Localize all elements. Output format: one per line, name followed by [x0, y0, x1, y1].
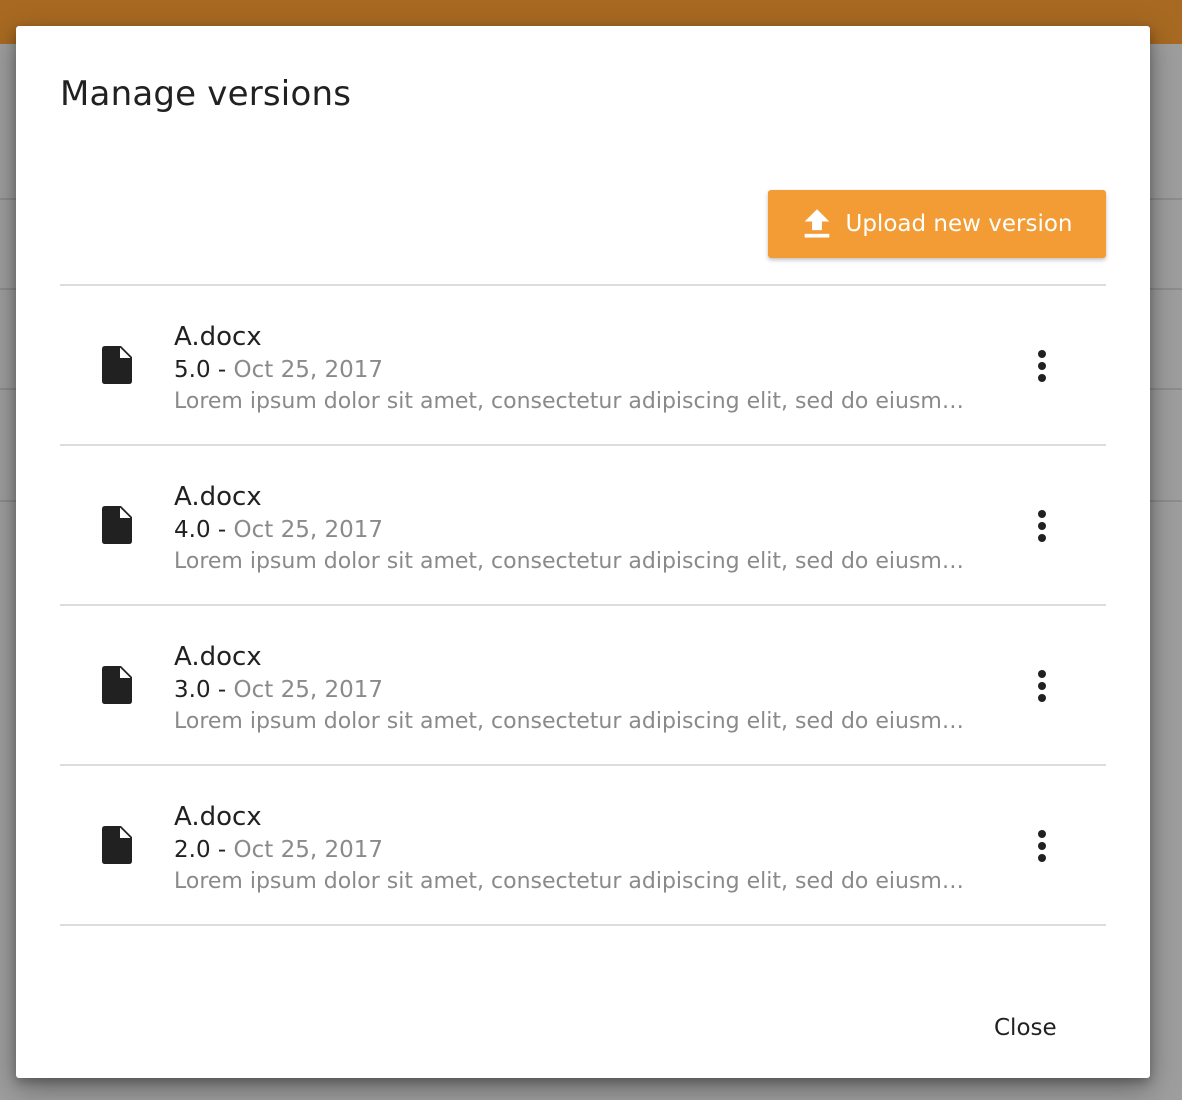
version-details: A.docx 3.0 - Oct 25, 2017 Lorem ipsum do… — [174, 640, 974, 738]
file-icon — [102, 506, 132, 544]
upload-new-version-button[interactable]: Upload new version — [768, 190, 1106, 258]
file-icon — [102, 666, 132, 704]
file-name: A.docx — [174, 322, 262, 352]
upload-button-label: Upload new version — [845, 211, 1073, 237]
close-button[interactable]: Close — [978, 1006, 1073, 1050]
version-meta: 5.0 - Oct 25, 2017 — [174, 354, 974, 386]
file-icon — [102, 826, 132, 864]
version-details: A.docx 5.0 - Oct 25, 2017 Lorem ipsum do… — [174, 320, 974, 418]
file-name: A.docx — [174, 642, 262, 672]
version-meta: 4.0 - Oct 25, 2017 — [174, 514, 974, 546]
version-number: 5.0 — [174, 357, 211, 383]
dialog-title: Manage versions — [60, 74, 352, 114]
versions-list: A.docx 5.0 - Oct 25, 2017 Lorem ipsum do… — [60, 284, 1106, 926]
version-date: Oct 25, 2017 — [233, 837, 384, 863]
more-options-button[interactable] — [1022, 342, 1062, 390]
version-details: A.docx 4.0 - Oct 25, 2017 Lorem ipsum do… — [174, 480, 974, 578]
version-description: Lorem ipsum dolor sit amet, consectetur … — [174, 709, 969, 734]
manage-versions-dialog: Manage versions Upload new version A.doc… — [16, 26, 1150, 1078]
version-separator: - — [210, 357, 234, 383]
version-number: 2.0 — [174, 837, 211, 863]
version-separator: - — [210, 677, 234, 703]
file-name: A.docx — [174, 802, 262, 832]
more-options-button[interactable] — [1022, 502, 1062, 550]
version-list-item[interactable]: A.docx 5.0 - Oct 25, 2017 Lorem ipsum do… — [60, 286, 1106, 446]
version-date: Oct 25, 2017 — [233, 677, 384, 703]
more-vertical-icon — [1038, 830, 1046, 862]
version-list-item[interactable]: A.docx 2.0 - Oct 25, 2017 Lorem ipsum do… — [60, 766, 1106, 926]
file-icon — [102, 346, 132, 384]
more-options-button[interactable] — [1022, 822, 1062, 870]
version-meta: 3.0 - Oct 25, 2017 — [174, 674, 974, 706]
more-vertical-icon — [1038, 670, 1046, 702]
more-vertical-icon — [1038, 350, 1046, 382]
more-options-button[interactable] — [1022, 662, 1062, 710]
version-date: Oct 25, 2017 — [233, 517, 384, 543]
version-separator: - — [210, 837, 234, 863]
version-date: Oct 25, 2017 — [233, 357, 384, 383]
version-description: Lorem ipsum dolor sit amet, consectetur … — [174, 549, 969, 574]
version-description: Lorem ipsum dolor sit amet, consectetur … — [174, 389, 969, 414]
version-list-item[interactable]: A.docx 3.0 - Oct 25, 2017 Lorem ipsum do… — [60, 606, 1106, 766]
version-meta: 2.0 - Oct 25, 2017 — [174, 834, 974, 866]
version-list-item[interactable]: A.docx 4.0 - Oct 25, 2017 Lorem ipsum do… — [60, 446, 1106, 606]
more-vertical-icon — [1038, 510, 1046, 542]
version-separator: - — [210, 517, 234, 543]
version-description: Lorem ipsum dolor sit amet, consectetur … — [174, 869, 969, 894]
version-number: 4.0 — [174, 517, 211, 543]
version-details: A.docx 2.0 - Oct 25, 2017 Lorem ipsum do… — [174, 800, 974, 898]
file-name: A.docx — [174, 482, 262, 512]
version-number: 3.0 — [174, 677, 211, 703]
upload-icon — [804, 209, 829, 238]
